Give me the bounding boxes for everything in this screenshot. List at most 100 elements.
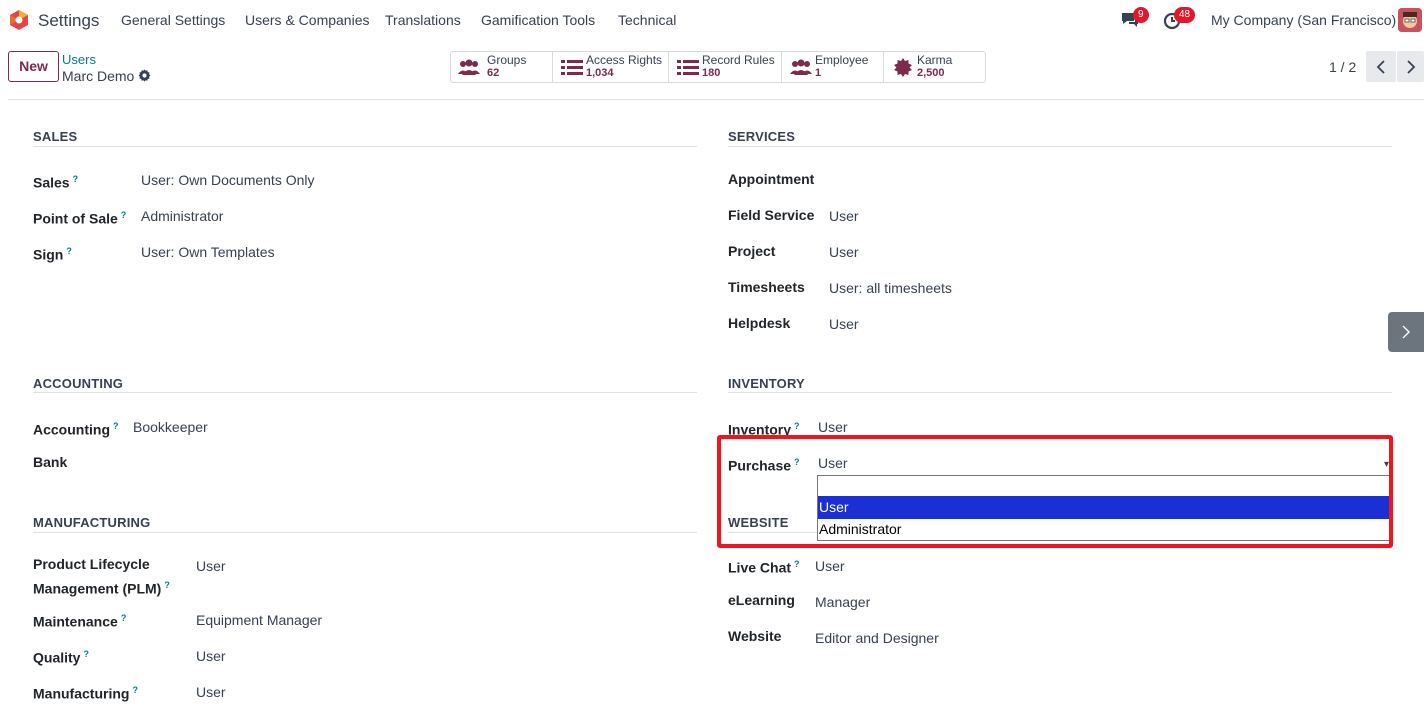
field-value-sales[interactable]: User: Own Documents Only (141, 172, 315, 188)
field-value-inventory[interactable]: User (818, 419, 848, 435)
messages-badge: 9 (1133, 7, 1149, 23)
section-title-sales: SALES (33, 129, 78, 144)
section-divider (728, 392, 1392, 393)
field-label-live-chat: Live Chat? (728, 559, 800, 576)
menu-translations[interactable]: Translations (385, 12, 461, 28)
help-tooltip-icon[interactable]: ? (121, 613, 127, 623)
smart-button-value: 62 (487, 67, 500, 79)
company-switcher[interactable]: My Company (San Francisco) (1211, 12, 1396, 28)
help-tooltip-icon[interactable]: ? (132, 685, 138, 695)
help-tooltip-icon[interactable]: ? (164, 580, 170, 590)
avatar-face-icon (1398, 8, 1422, 32)
field-label-plm: Product Lifecycle (33, 556, 150, 572)
field-value-helpdesk[interactable]: User (829, 316, 859, 332)
field-label-appointment: Appointment (728, 171, 815, 187)
user-avatar[interactable] (1398, 8, 1422, 32)
smart-button-value: 2,500 (917, 67, 945, 79)
section-divider (33, 532, 697, 533)
chevron-left-icon (1376, 59, 1385, 74)
field-value-timesheets[interactable]: User: all timesheets (829, 280, 952, 296)
field-label-timesheets: Timesheets (728, 279, 805, 295)
field-label-maintenance: Maintenance? (33, 613, 127, 630)
smart-button-label: Record Rules (702, 53, 775, 67)
section-divider (33, 146, 697, 147)
field-label-field-service: Field Service (728, 207, 815, 223)
field-label-project: Project (728, 243, 776, 259)
karma-smart-button[interactable]: Karma 2,500 (884, 51, 986, 83)
smart-button-value: 180 (702, 67, 721, 79)
breadcrumb-users-link[interactable]: Users (62, 52, 96, 67)
smart-button-label: Groups (487, 53, 527, 67)
field-value-maintenance[interactable]: Equipment Manager (196, 612, 322, 628)
field-value-sign[interactable]: User: Own Templates (141, 244, 275, 260)
field-label-plm-line2: Management (PLM)? (33, 580, 170, 597)
field-value-point-of-sale[interactable]: Administrator (141, 208, 223, 224)
smart-button-value: 1 (815, 67, 822, 79)
highlight-annotation-box (717, 435, 1393, 548)
help-tooltip-icon[interactable]: ? (66, 246, 72, 256)
breadcrumb-current-record: Marc Demo (62, 68, 135, 84)
field-label-accounting: Accounting? (33, 421, 119, 438)
field-value-live-chat[interactable]: User (815, 558, 845, 574)
section-title-inventory: INVENTORY (728, 376, 805, 391)
pager-value[interactable]: 1 / 2 (1329, 59, 1356, 75)
field-label-sign: Sign? (33, 246, 72, 263)
help-tooltip-icon[interactable]: ? (121, 210, 127, 220)
gear-icon[interactable] (138, 69, 151, 82)
app-name[interactable]: Settings (38, 11, 99, 31)
smart-button-label: Karma (917, 53, 953, 67)
pager-next-button[interactable] (1397, 51, 1424, 82)
employee-smart-button[interactable]: Employee 1 (782, 51, 884, 83)
field-value-plm[interactable]: User (196, 558, 226, 574)
list-icon (561, 60, 583, 75)
field-value-field-service[interactable]: User (829, 208, 859, 224)
field-value-accounting[interactable]: Bookkeeper (133, 419, 208, 435)
section-title-accounting: ACCOUNTING (33, 376, 124, 391)
groups-smart-button[interactable]: Groups 62 (450, 51, 553, 83)
smart-button-value: 1,034 (586, 67, 614, 79)
field-label-manufacturing: Manufacturing? (33, 685, 138, 702)
pager-previous-button[interactable] (1366, 51, 1396, 82)
menu-general-settings[interactable]: General Settings (121, 12, 225, 28)
field-value-manufacturing[interactable]: User (196, 684, 226, 700)
field-value-quality[interactable]: User (196, 648, 226, 664)
activities-badge: 48 (1174, 7, 1196, 23)
odoo-logo-icon[interactable] (8, 9, 30, 31)
field-label-bank: Bank (33, 454, 68, 470)
field-label-helpdesk: Helpdesk (728, 315, 791, 331)
field-label-elearning: eLearning (728, 592, 795, 608)
access-rights-smart-button[interactable]: Access Rights 1,034 (553, 51, 669, 83)
field-label-quality: Quality? (33, 649, 89, 666)
top-navbar: Settings General Settings Users & Compan… (0, 0, 1424, 40)
control-panel-divider (8, 99, 1424, 100)
section-divider (33, 392, 697, 393)
menu-users-companies[interactable]: Users & Companies (245, 12, 370, 28)
chevron-right-icon (1406, 59, 1415, 74)
help-tooltip-icon[interactable]: ? (73, 174, 79, 184)
new-button[interactable]: New (8, 51, 59, 82)
field-value-elearning[interactable]: Manager (815, 594, 870, 610)
field-value-website[interactable]: Editor and Designer (815, 630, 939, 646)
menu-technical[interactable]: Technical (618, 12, 676, 28)
help-tooltip-icon[interactable]: ? (83, 649, 89, 659)
field-value-project[interactable]: User (829, 244, 859, 260)
field-label-point-of-sale: Point of Sale? (33, 210, 127, 227)
field-label-website: Website (728, 628, 782, 644)
help-tooltip-icon[interactable]: ? (794, 421, 800, 431)
section-title-manufacturing: MANUFACTURING (33, 515, 151, 530)
list-icon (677, 60, 699, 75)
smart-button-label: Access Rights (586, 53, 663, 67)
smart-button-label: Employee (815, 53, 869, 67)
menu-gamification-tools[interactable]: Gamification Tools (481, 12, 595, 28)
help-tooltip-icon[interactable]: ? (794, 559, 800, 569)
record-rules-smart-button[interactable]: Record Rules 180 (669, 51, 782, 83)
badge-icon (894, 58, 912, 77)
chevron-right-icon (1402, 325, 1410, 339)
help-tooltip-icon[interactable]: ? (113, 421, 119, 431)
users-icon (458, 59, 480, 75)
users-icon (790, 59, 812, 75)
field-label-sales: Sales? (33, 174, 79, 191)
section-divider (728, 146, 1392, 147)
section-title-services: SERVICES (728, 129, 796, 144)
chatter-toggle-tab[interactable] (1388, 312, 1424, 352)
